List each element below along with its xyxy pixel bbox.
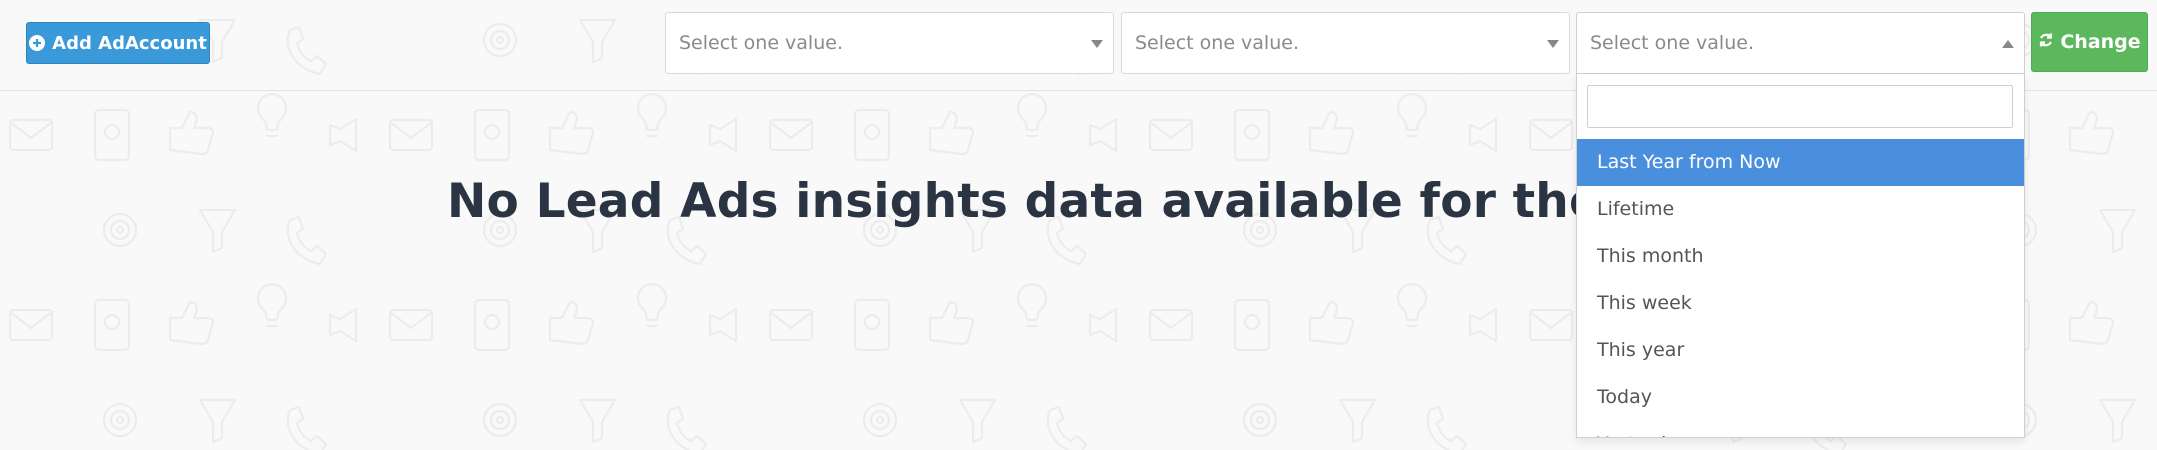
dropdown-option[interactable]: This year: [1577, 327, 2024, 374]
plus-circle-icon: [29, 35, 46, 51]
change-button-label: Change: [2060, 31, 2141, 53]
dropdown-option[interactable]: Last Year from Now: [1577, 139, 2024, 186]
select-date-range-placeholder: Select one value.: [1590, 32, 1754, 54]
caret-down-icon: [1091, 40, 1103, 48]
dropdown-search-input[interactable]: [1587, 85, 2013, 128]
dropdown-option[interactable]: Today: [1577, 374, 2024, 421]
dropdown-options-list: Last Year from Now Lifetime This month This…: [1577, 139, 2024, 437]
refresh-icon: [2038, 31, 2054, 53]
caret-down-icon: [1547, 40, 1559, 48]
add-adaccount-label: Add AdAccount: [52, 32, 207, 54]
select-date-range[interactable]: Select one value.: [1576, 12, 2025, 74]
dropdown-option[interactable]: This month: [1577, 233, 2024, 280]
change-button[interactable]: Change: [2031, 12, 2148, 72]
add-adaccount-button[interactable]: Add AdAccount: [26, 22, 210, 64]
select-filter-2[interactable]: Select one value.: [1121, 12, 1570, 74]
date-range-dropdown: Last Year from Now Lifetime This month This…: [1576, 74, 2025, 438]
select-filter-1[interactable]: Select one value.: [665, 12, 1114, 74]
dropdown-option[interactable]: This week: [1577, 280, 2024, 327]
caret-up-icon: [2002, 40, 2014, 48]
select-filter-1-placeholder: Select one value.: [679, 32, 843, 54]
dropdown-option[interactable]: Yesterday: [1577, 421, 2024, 437]
select-filter-2-placeholder: Select one value.: [1135, 32, 1299, 54]
dropdown-option[interactable]: Lifetime: [1577, 186, 2024, 233]
